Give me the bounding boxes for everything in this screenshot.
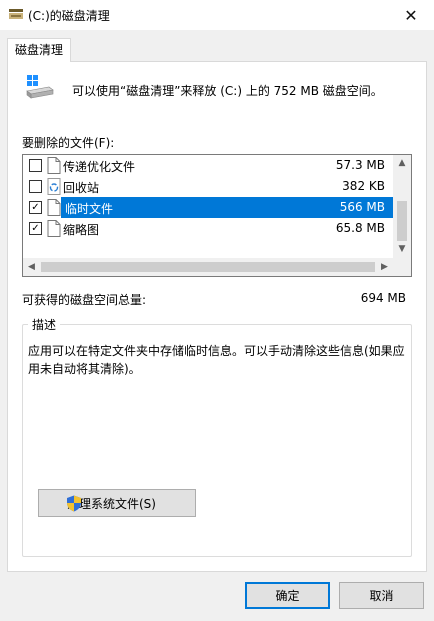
list-item-name: 临时文件 [63,200,116,217]
vertical-scrollbar[interactable]: ▲ ▼ [393,155,411,258]
tab-disk-cleanup[interactable]: 磁盘清理 [7,38,71,62]
checkbox[interactable] [29,180,42,193]
disk-cleanup-app-icon [9,9,23,19]
list-item-size: 382 KB [342,179,385,193]
file-icon [47,220,61,237]
scroll-down-icon[interactable]: ▼ [393,241,411,258]
cancel-button[interactable]: 取消 [339,582,424,609]
close-icon: ✕ [404,5,418,25]
file-icon [47,199,61,216]
vertical-scroll-thumb[interactable] [397,201,407,241]
checkbox[interactable] [29,159,42,172]
list-item[interactable]: 传递优化文件 57.3 MB [23,155,393,176]
scroll-left-icon[interactable]: ◀ [23,258,40,276]
clean-system-files-button[interactable]: 清理系统文件(S) [38,489,196,517]
file-list-label: 要删除的文件(F): [22,136,115,150]
list-item[interactable]: ✓ 缩略图 65.8 MB [23,218,393,239]
ok-button[interactable]: 确定 [245,582,330,609]
scroll-right-icon[interactable]: ▶ [376,258,393,276]
total-space-value: 694 MB [360,291,406,305]
list-item-name: 传递优化文件 [63,160,136,174]
list-item-name: 回收站 [63,181,100,195]
description-title: 描述 [28,316,61,333]
checkbox[interactable]: ✓ [29,201,42,214]
file-list-rows: 传递优化文件 57.3 MB 回收站 382 KB ✓ 临时文件 566 MB [23,155,393,258]
scroll-up-icon[interactable]: ▲ [393,155,411,172]
list-item[interactable]: ✓ 临时文件 566 MB [23,197,393,218]
list-item[interactable]: 回收站 382 KB [23,176,393,197]
description-text: 应用可以在特定文件夹中存储临时信息。可以手动清除这些信息(如果应用未自动将其清除… [28,344,405,376]
recycle-bin-icon [47,178,61,195]
scrollbar-corner [393,258,411,276]
file-list[interactable]: 传递优化文件 57.3 MB 回收站 382 KB ✓ 临时文件 566 MB [22,154,412,277]
tab-panel: 可以使用“磁盘清理”来释放 (C:) 上的 752 MB 磁盘空间。 要删除的文… [7,61,427,572]
file-icon [47,157,61,174]
list-item-size: 566 MB [339,200,385,214]
horizontal-scrollbar[interactable]: ◀ ▶ [23,258,393,276]
summary-text: 可以使用“磁盘清理”来释放 (C:) 上的 752 MB 磁盘空间。 [72,84,383,98]
list-item-name: 缩略图 [63,223,100,237]
title-bar: (C:)的磁盘清理 ✕ [0,0,434,30]
uac-shield-icon [67,495,81,512]
close-button[interactable]: ✕ [388,0,434,30]
checkbox[interactable]: ✓ [29,222,42,235]
list-item-size: 65.8 MB [335,221,385,235]
list-item-size: 57.3 MB [335,158,385,172]
horizontal-scroll-thumb[interactable] [41,262,375,272]
drive-icon [26,75,54,99]
window-title: (C:)的磁盘清理 [28,9,110,23]
total-space-label: 可获得的磁盘空间总量: [22,293,147,307]
